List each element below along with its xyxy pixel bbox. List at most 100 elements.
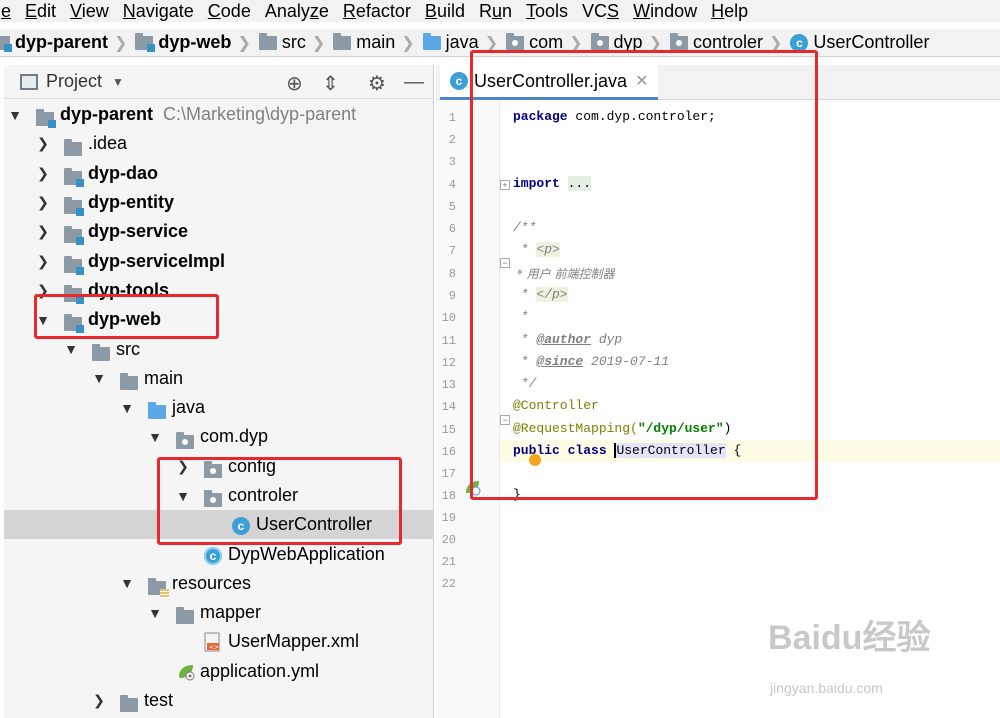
breadcrumb-item-usercontroller[interactable]: c UserController (782, 32, 929, 53)
xml-file-icon: <> (204, 632, 222, 657)
module-folder-icon (64, 285, 84, 305)
menu-run[interactable]: Run (471, 1, 518, 22)
menu-analyze[interactable]: Analyze (257, 1, 335, 22)
package-icon (506, 32, 525, 50)
breadcrumb-item-dyp-web[interactable]: dyp-web ❯ (127, 32, 251, 53)
chevron-down-icon[interactable]: ▼ (148, 605, 162, 621)
tree-item-label: com.dyp (200, 426, 269, 447)
module-folder-icon (64, 314, 84, 334)
menu-edit[interactable]: Edit (17, 1, 62, 22)
tree-item-dyp-parent[interactable]: ▼ dyp-parent C:\Marketing\dyp-parent (4, 100, 434, 129)
menu-window[interactable]: Window (625, 1, 703, 22)
tab-usercontroller-java[interactable]: c UserController.java ✕ (440, 65, 659, 100)
tree-item-dyp-entity[interactable]: ❯ dyp-entity (4, 188, 434, 217)
breadcrumb-item-src[interactable]: src ❯ (251, 32, 325, 53)
source-folder-icon (148, 402, 166, 420)
chevron-down-icon[interactable]: ▼ (36, 312, 50, 328)
breadcrumb-item-main[interactable]: main ❯ (325, 32, 415, 53)
line-number: 20 (441, 533, 456, 547)
menu-vcs[interactable]: VCS (574, 1, 625, 22)
gear-icon[interactable]: ⚙ (368, 71, 386, 96)
chevron-right-icon[interactable]: ❯ (36, 282, 50, 299)
close-icon[interactable]: ✕ (635, 71, 648, 91)
watermark-url: jingyan.baidu.com (770, 680, 883, 696)
tree-item-config[interactable]: ❯ config (4, 452, 434, 481)
chevron-right-icon[interactable]: ❯ (92, 692, 106, 709)
tree-item-dypwebapplication[interactable]: c DypWebApplication (4, 539, 434, 568)
chevron-down-icon[interactable]: ▼ (176, 488, 190, 504)
class-icon: c (232, 517, 250, 536)
breadcrumb-item-dyp[interactable]: dyp ❯ (583, 32, 662, 53)
menu-refactor[interactable]: Refactor (335, 1, 417, 22)
chevron-down-icon[interactable]: ▼ (120, 400, 134, 416)
line-number: 18 (441, 489, 456, 503)
line-number: 3 (448, 155, 456, 169)
tree-item-application-yml[interactable]: application.yml (4, 657, 434, 686)
tree-item-dyp-tools[interactable]: ❯ dyp-tools (4, 276, 434, 305)
line-number: 8 (448, 267, 456, 281)
folded-imports[interactable]: ... (567, 176, 592, 191)
menu-navigate[interactable]: Navigate (115, 1, 200, 22)
tree-item-controler[interactable]: ▼ controler (4, 481, 434, 510)
tree-item-resources[interactable]: ▼ resources (4, 569, 434, 598)
chevron-right-icon[interactable]: ❯ (36, 223, 50, 240)
tree-item-label: dyp-entity (88, 192, 175, 213)
chevron-right-icon[interactable]: ❯ (36, 253, 50, 270)
package-icon (669, 32, 688, 50)
code-line: @Controller (513, 398, 599, 413)
tree-item-idea[interactable]: ❯ .idea (4, 129, 434, 158)
tree-item-dyp-web[interactable]: ▼ dyp-web (4, 305, 434, 334)
class-icon: c (790, 33, 809, 52)
tree-item-label: UserMapper.xml (228, 631, 360, 652)
chevron-down-icon[interactable]: ▼ (120, 575, 134, 591)
chevron-right-icon[interactable]: ❯ (36, 194, 50, 211)
menu-build[interactable]: Build (417, 1, 471, 22)
menu-view[interactable]: View (62, 1, 115, 22)
module-folder-icon (135, 32, 156, 52)
locate-icon[interactable]: ⊕ (286, 71, 303, 96)
code-line: * @since 2019-07-11 (513, 354, 670, 369)
tree-item-label: dyp-tools (88, 279, 169, 300)
tree-item-dyp-dao[interactable]: ❯ dyp-dao (4, 159, 434, 188)
breadcrumb-item-dyp-parent[interactable]: dyp-parent ❯ (0, 32, 127, 53)
menu-tools[interactable]: Tools (518, 1, 574, 22)
menu-help[interactable]: Help (703, 1, 754, 22)
menu-code[interactable]: Code (200, 1, 257, 22)
tree-item-java[interactable]: ▼ java (4, 393, 434, 422)
code-line: package com.dyp.controler; (513, 109, 716, 124)
chevron-down-icon[interactable]: ▼ (148, 429, 162, 445)
breadcrumb-item-java[interactable]: java ❯ (415, 32, 498, 53)
tree-item-label: dyp-dao (88, 162, 158, 183)
breadcrumb-item-controler[interactable]: controler ❯ (662, 32, 782, 53)
line-number: 7 (448, 244, 456, 258)
tree-item-usermapper-xml[interactable]: <> UserMapper.xml (4, 627, 434, 656)
chevron-right-icon[interactable]: ❯ (176, 458, 190, 475)
project-tree: ▼ dyp-parent C:\Marketing\dyp-parent ❯ .i… (4, 100, 434, 715)
tree-item-usercontroller[interactable]: c UserController (4, 510, 434, 540)
tree-item-mapper[interactable]: ▼ mapper (4, 598, 434, 627)
spring-config-icon (176, 662, 196, 687)
line-number: 14 (441, 400, 456, 414)
spring-bean-gutter-icon[interactable] (464, 479, 482, 502)
project-panel-title[interactable]: Project (46, 71, 102, 92)
chevron-down-icon[interactable]: ▼ (64, 341, 78, 357)
hide-panel-icon[interactable]: — (404, 71, 424, 94)
chevron-right-icon[interactable]: ❯ (36, 135, 50, 152)
tree-item-dyp-service[interactable]: ❯ dyp-service (4, 217, 434, 246)
tree-item-main[interactable]: ▼ main (4, 364, 434, 393)
tree-item-test[interactable]: ❯ test (4, 686, 434, 715)
tree-item-label: test (144, 690, 174, 711)
line-number: 5 (448, 200, 456, 214)
breadcrumb-item-com[interactable]: com ❯ (498, 32, 583, 53)
chevron-down-icon[interactable]: ▼ (112, 75, 124, 89)
tree-item-dyp-serviceimpl[interactable]: ❯ dyp-serviceImpl (4, 246, 434, 275)
collapse-all-icon[interactable]: ⇕ (322, 71, 339, 96)
package-icon (176, 431, 194, 449)
chevron-down-icon[interactable]: ▼ (8, 107, 22, 123)
chevron-right-icon[interactable]: ❯ (36, 165, 50, 182)
tree-item-com-dyp[interactable]: ▼ com.dyp (4, 422, 434, 451)
chevron-down-icon[interactable]: ▼ (92, 370, 106, 386)
spring-boot-class-icon: c (204, 546, 222, 565)
tree-item-src[interactable]: ▼ src (4, 334, 434, 363)
menu-file[interactable]: File (0, 1, 17, 22)
